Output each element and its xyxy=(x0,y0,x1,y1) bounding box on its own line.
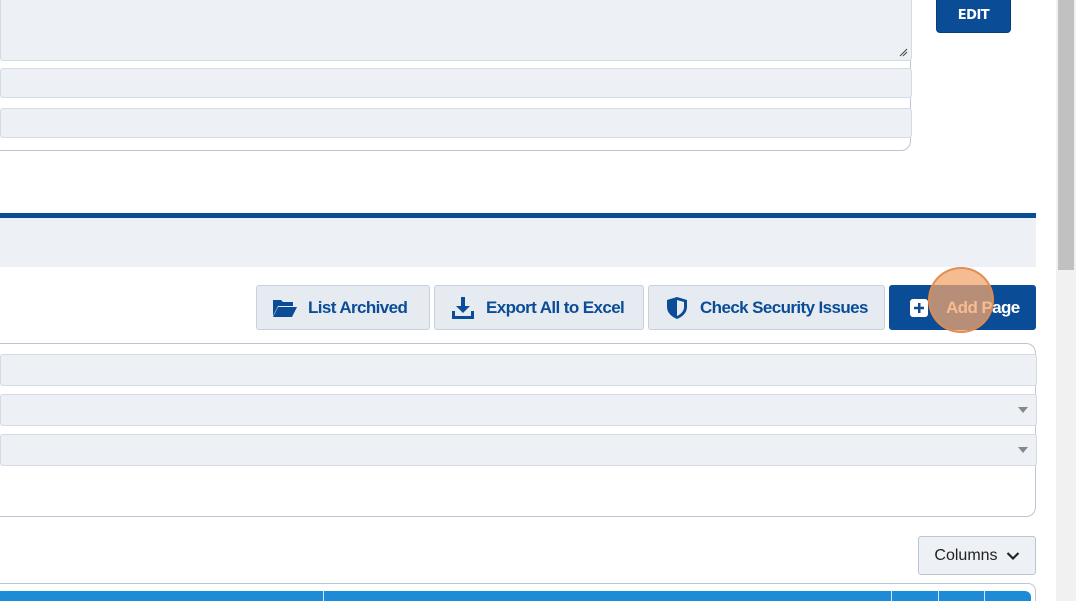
filter-panel xyxy=(0,343,1037,517)
export-excel-label: Export All to Excel xyxy=(486,297,625,317)
page-scrollbar[interactable] xyxy=(1056,0,1076,601)
table-header-separator xyxy=(323,591,324,601)
list-archived-button[interactable]: List Archived xyxy=(256,285,430,330)
filter-text-field[interactable] xyxy=(0,354,1037,386)
chevron-down-icon xyxy=(1006,551,1019,560)
caret-down-icon xyxy=(1018,447,1028,453)
section-header-band xyxy=(0,218,1036,267)
details-panel xyxy=(0,0,912,151)
table-header-row xyxy=(0,591,1031,601)
add-page-label: Add Page xyxy=(946,297,1020,317)
table-header-separator xyxy=(984,591,985,601)
check-security-button[interactable]: Check Security Issues xyxy=(648,285,885,330)
folder-open-icon xyxy=(272,295,298,321)
filter-select-1[interactable] xyxy=(0,394,1037,426)
table-header-separator xyxy=(891,591,892,601)
check-security-label: Check Security Issues xyxy=(700,297,868,317)
columns-dropdown-button[interactable]: Columns xyxy=(918,536,1036,575)
columns-label: Columns xyxy=(934,546,998,564)
add-page-button[interactable]: Add Page xyxy=(889,285,1036,330)
table-header-separator xyxy=(938,591,939,601)
caret-down-icon xyxy=(1018,407,1028,413)
text-field-1[interactable] xyxy=(0,68,912,98)
edit-button[interactable]: EDIT xyxy=(936,0,1011,33)
list-archived-label: List Archived xyxy=(308,297,408,317)
download-icon xyxy=(450,295,476,321)
shield-icon xyxy=(664,295,690,321)
text-field-2[interactable] xyxy=(0,108,912,138)
scrollbar-thumb[interactable] xyxy=(1058,0,1074,270)
description-textarea[interactable] xyxy=(0,0,912,61)
resize-handle-icon[interactable] xyxy=(899,48,908,57)
data-table xyxy=(0,583,1036,601)
plus-square-icon xyxy=(906,295,932,321)
export-excel-button[interactable]: Export All to Excel xyxy=(434,285,644,330)
filter-select-2[interactable] xyxy=(0,434,1037,466)
